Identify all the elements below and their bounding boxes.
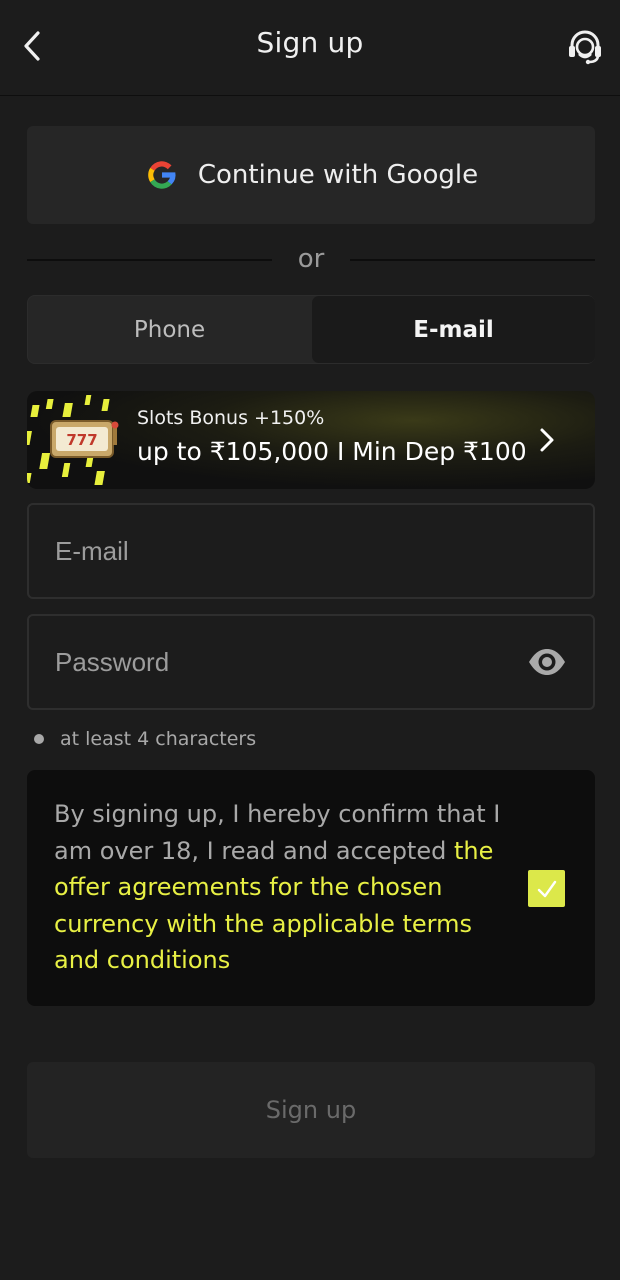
- checkmark-icon: [537, 880, 556, 897]
- sign-up-button[interactable]: Sign up: [27, 1062, 595, 1158]
- terms-box: By signing up, I hereby confirm that I a…: [27, 770, 595, 1006]
- banner-title: up to ₹105,000 I Min Dep ₹100: [137, 437, 527, 466]
- toggle-password-visibility-button[interactable]: [527, 646, 567, 682]
- terms-text: By signing up, I hereby confirm that I a…: [54, 796, 514, 979]
- divider-line-right: [350, 259, 595, 261]
- slots-bonus-banner[interactable]: 777 Slots Bonus +150% up to ₹105,000 I M…: [27, 391, 595, 489]
- password-field-container: [27, 614, 595, 710]
- page-title: Sign up: [256, 26, 364, 59]
- password-hint-text: at least 4 characters: [60, 728, 257, 750]
- slot-machine-icon: 777: [27, 395, 119, 485]
- password-field[interactable]: [55, 616, 515, 708]
- tab-phone[interactable]: Phone: [28, 296, 311, 363]
- support-button[interactable]: [562, 24, 608, 70]
- chevron-right-icon: [540, 428, 554, 452]
- terms-text-prefix: By signing up, I hereby confirm that I a…: [54, 800, 501, 865]
- password-hint: at least 4 characters: [34, 728, 256, 750]
- terms-checkbox[interactable]: [528, 870, 565, 907]
- google-logo-icon: [148, 161, 176, 189]
- google-button-label: Continue with Google: [197, 160, 479, 190]
- top-bar: Sign up: [0, 0, 620, 96]
- hint-bullet-icon: [34, 734, 44, 744]
- email-field[interactable]: [55, 505, 515, 597]
- slot-reel-text: 777: [66, 431, 97, 449]
- headset-support-icon: [569, 30, 601, 65]
- email-field-container: [27, 503, 595, 599]
- banner-subtitle: Slots Bonus +150%: [137, 407, 325, 429]
- or-divider: or: [27, 240, 595, 280]
- eye-icon: [529, 649, 565, 675]
- continue-with-google-button[interactable]: Continue with Google: [27, 126, 595, 224]
- tab-email[interactable]: E-mail: [312, 296, 595, 363]
- signup-method-tabs: Phone E-mail: [27, 295, 595, 364]
